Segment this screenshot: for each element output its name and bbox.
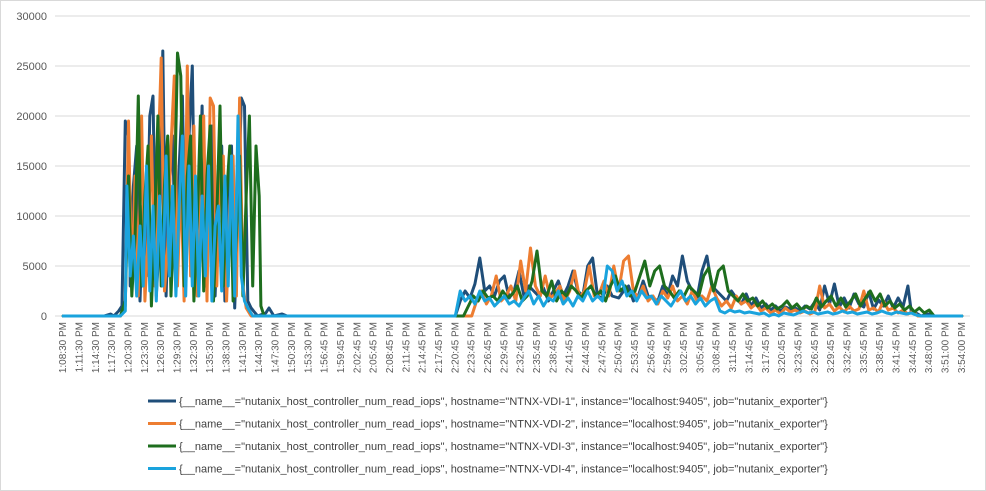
x-tick-label: 2:02:45 PM: [352, 322, 363, 373]
y-tick-label: 15000: [16, 161, 47, 173]
x-tick-label: 3:23:45 PM: [793, 322, 804, 373]
x-tick-label: 1:38:30 PM: [222, 322, 233, 373]
x-tick-label: 2:11:45 PM: [401, 322, 412, 372]
x-tick-label: 2:14:45 PM: [418, 322, 429, 373]
x-tick-label: 1:17:30 PM: [107, 322, 118, 373]
x-tick-label: 3:05:45 PM: [695, 322, 706, 373]
x-tick-label: 3:29:45 PM: [826, 322, 837, 373]
x-tick-label: 1:59:45 PM: [336, 322, 347, 373]
legend: {__name__="nutanix_host_controller_num_r…: [148, 396, 828, 476]
x-tick-label: 1:32:30 PM: [189, 322, 200, 373]
x-tick-label: 2:50:45 PM: [614, 322, 625, 373]
x-tick-label: 1:50:30 PM: [287, 322, 298, 373]
x-tick-label: 2:17:45 PM: [434, 322, 445, 373]
x-tick-label: 2:53:45 PM: [630, 322, 641, 373]
x-tick-label: 1:26:30 PM: [156, 322, 167, 373]
x-tick-label: 1:14:30 PM: [91, 322, 102, 373]
legend-label-1: {__name__="nutanix_host_controller_num_r…: [179, 396, 828, 408]
x-tick-label: 3:11:45 PM: [728, 322, 739, 372]
x-tick-label: 2:56:45 PM: [646, 322, 657, 373]
x-tick-label: 1:20:30 PM: [124, 322, 135, 373]
y-axis: 0 5000 10000 15000 20000 25000 30000: [16, 11, 47, 323]
x-tick-label: 1:53:30 PM: [303, 322, 314, 373]
x-tick-label: 2:44:45 PM: [581, 322, 592, 373]
x-tick-label: 1:47:30 PM: [271, 322, 282, 373]
x-tick-label: 3:41:45 PM: [891, 322, 902, 373]
legend-label-2: {__name__="nutanix_host_controller_num_r…: [179, 419, 828, 431]
y-tick-label: 10000: [16, 211, 47, 223]
x-tick-label: 2:26:45 PM: [483, 322, 494, 373]
x-tick-label: 2:23:45 PM: [467, 322, 478, 373]
line-chart: 0 5000 10000 15000 20000 25000 30000 1:08:30 P…: [16, 11, 970, 476]
x-tick-label: 3:17:45 PM: [761, 322, 772, 373]
x-tick-label: 2:05:45 PM: [369, 322, 380, 373]
x-tick-label: 1:08:30 PM: [58, 322, 69, 373]
y-tick-label: 25000: [16, 61, 47, 73]
x-tick-label: 1:23:30 PM: [140, 322, 151, 373]
x-tick-label: 2:38:45 PM: [548, 322, 559, 373]
x-tick-label: 2:29:45 PM: [499, 322, 510, 373]
x-tick-label: 3:08:45 PM: [712, 322, 723, 373]
x-tick-label: 2:32:45 PM: [516, 322, 527, 373]
y-tick-label: 0: [41, 311, 47, 323]
x-tick-label: 1:56:45 PM: [320, 322, 331, 373]
x-tick-label: 3:35:45 PM: [859, 322, 870, 373]
x-tick-label: 3:26:45 PM: [810, 322, 821, 373]
x-tick-label: 3:02:45 PM: [679, 322, 690, 373]
x-tick-label: 2:47:45 PM: [597, 322, 608, 373]
x-tick-label: 1:35:30 PM: [205, 322, 216, 373]
x-tick-label: 3:32:45 PM: [842, 322, 853, 373]
legend-label-4: {__name__="nutanix_host_controller_num_r…: [179, 464, 828, 476]
x-tick-label: 3:38:45 PM: [875, 322, 886, 373]
y-tick-label: 5000: [23, 261, 47, 273]
x-tick-label: 2:59:45 PM: [663, 322, 674, 373]
x-tick-label: 1:41:30 PM: [238, 322, 249, 373]
y-tick-label: 30000: [16, 11, 47, 23]
x-tick-label: 1:11:30 PM: [75, 322, 86, 372]
legend-label-3: {__name__="nutanix_host_controller_num_r…: [179, 441, 828, 453]
x-tick-label: 3:51:00 PM: [940, 322, 951, 373]
x-tick-label: 2:35:45 PM: [532, 322, 543, 373]
x-tick-label: 2:08:45 PM: [385, 322, 396, 373]
x-tick-label: 3:44:45 PM: [908, 322, 919, 373]
plot-area: [61, 49, 964, 318]
x-axis: 1:08:30 PM 1:11:30 PM 1:14:30 PM 1:17:30 PM…: [58, 322, 968, 373]
x-tick-label: 3:14:45 PM: [744, 322, 755, 373]
x-tick-label: 1:29:30 PM: [173, 322, 184, 373]
x-tick-label: 2:20:45 PM: [450, 322, 461, 373]
y-tick-label: 20000: [16, 111, 47, 123]
x-tick-label: 3:54:00 PM: [957, 322, 968, 373]
x-tick-label: 3:48:00 PM: [924, 322, 935, 373]
x-tick-label: 3:20:45 PM: [777, 322, 788, 373]
x-tick-label: 1:44:30 PM: [254, 322, 265, 373]
x-tick-label: 2:41:45 PM: [565, 322, 576, 373]
